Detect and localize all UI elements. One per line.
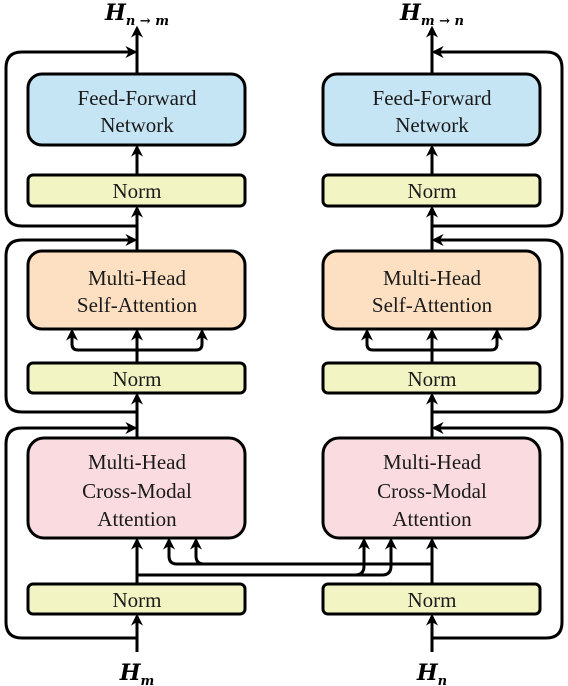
left-norm-top-label: Norm bbox=[113, 179, 162, 203]
left-norm-mid-label: Norm bbox=[113, 367, 162, 391]
left-branch: Hn → m Feed-Forward Network Norm Multi-H… bbox=[4, 0, 247, 686]
right-sa-label-line2: Self-Attention bbox=[372, 293, 493, 317]
right-to-left-value-arrow bbox=[190, 537, 432, 566]
left-to-right-value-arrow bbox=[355, 537, 397, 577]
architecture-diagram: Hn → m Feed-Forward Network Norm Multi-H… bbox=[4, 0, 564, 686]
right-self-attention-box bbox=[321, 249, 542, 331]
right-norm-top-label: Norm bbox=[408, 179, 457, 203]
right-ffn-label-line2: Network bbox=[395, 113, 469, 137]
right-ffn-label-line1: Feed-Forward bbox=[373, 86, 492, 110]
left-self-attention-box bbox=[26, 249, 247, 331]
right-ca-label-line2: Cross-Modal bbox=[377, 479, 487, 503]
left-ffn-label-line2: Network bbox=[100, 113, 174, 137]
right-branch: Hm → n Feed-Forward Network Norm Multi-H… bbox=[321, 0, 564, 686]
right-sa-label-line1: Multi-Head bbox=[383, 266, 481, 290]
left-to-right-key-arrow bbox=[137, 537, 370, 577]
left-ca-label-line1: Multi-Head bbox=[88, 450, 186, 474]
right-output-label: Hm → n bbox=[399, 0, 464, 29]
right-norm-bottom-label: Norm bbox=[408, 588, 457, 612]
right-norm-mid-label: Norm bbox=[408, 367, 457, 391]
left-norm-bottom-label: Norm bbox=[113, 588, 162, 612]
right-ca-label-line1: Multi-Head bbox=[383, 450, 481, 474]
left-sa-label-line2: Self-Attention bbox=[77, 293, 198, 317]
left-ffn-label-line1: Feed-Forward bbox=[78, 86, 197, 110]
left-ca-label-line2: Cross-Modal bbox=[82, 479, 192, 503]
right-to-left-key-arrow bbox=[163, 537, 204, 566]
left-sa-label-line1: Multi-Head bbox=[88, 266, 186, 290]
left-input-label: Hm bbox=[119, 660, 155, 686]
right-input-label: Hn bbox=[416, 660, 447, 686]
cross-modal-connections bbox=[137, 537, 432, 577]
left-output-label: Hn → m bbox=[104, 0, 169, 29]
left-ca-label-line3: Attention bbox=[97, 507, 177, 531]
right-ca-label-line3: Attention bbox=[392, 507, 472, 531]
